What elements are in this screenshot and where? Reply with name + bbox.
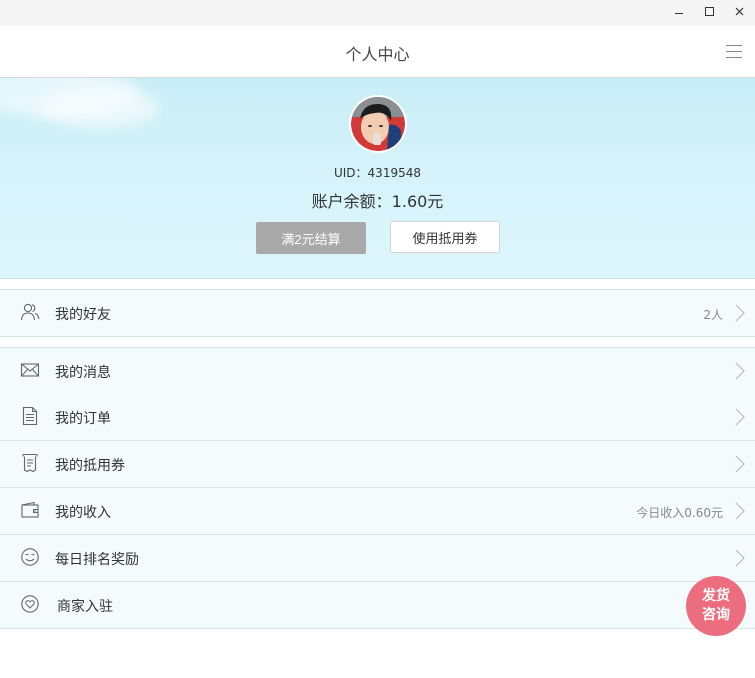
avatar[interactable]	[351, 97, 405, 151]
profile-banner: UID：4319548 账户余额：1.60元 满2元结算 使用抵用券	[0, 78, 755, 279]
today-income-text: 今日收入0.60元	[636, 506, 723, 520]
menu-item-vouchers[interactable]: 我的抵用券	[0, 441, 755, 488]
avatar-image	[351, 97, 405, 151]
badge-line-1: 发货	[702, 588, 730, 604]
account-balance-text: 账户余额：1.60元	[311, 192, 444, 211]
hamburger-menu-icon[interactable]	[726, 45, 742, 59]
document-icon	[22, 406, 38, 426]
badge-line-2: 咨询	[702, 607, 730, 623]
chevron-right-icon	[735, 304, 745, 322]
menu-item-label: 每日排名奖励	[55, 552, 139, 568]
app-header: 个人中心	[0, 26, 755, 78]
page-title: 个人中心	[345, 45, 410, 64]
window-titlebar	[0, 0, 755, 26]
chevron-right-icon	[735, 362, 745, 380]
menu-item-label: 我的消息	[55, 365, 111, 381]
friends-icon	[20, 303, 40, 321]
shipping-consult-badge[interactable]: 发货 咨询	[686, 576, 746, 636]
menu-item-daily-ranking-reward[interactable]: 每日排名奖励	[0, 535, 755, 582]
settle-button[interactable]: 满2元结算	[256, 222, 366, 254]
chevron-right-icon	[735, 455, 745, 473]
heart-icon	[21, 595, 39, 613]
smile-icon	[21, 548, 39, 566]
close-button[interactable]	[724, 0, 754, 22]
menu-item-label: 我的抵用券	[55, 458, 125, 474]
minimize-button[interactable]	[664, 0, 694, 22]
receipt-icon	[22, 453, 38, 473]
menu-item-label: 商家入驻	[57, 599, 113, 615]
menu-item-orders[interactable]: 我的订单	[0, 394, 755, 441]
close-icon	[735, 7, 743, 15]
use-voucher-button[interactable]: 使用抵用券	[390, 221, 500, 253]
chevron-right-icon	[735, 549, 745, 567]
minimize-icon	[675, 12, 683, 14]
user-id-text: UID：4319548	[333, 166, 421, 180]
chevron-right-icon	[735, 502, 745, 520]
maximize-button[interactable]	[694, 0, 724, 22]
menu-item-label: 我的收入	[55, 505, 111, 521]
chevron-right-icon	[735, 408, 745, 426]
menu-item-friends[interactable]: 我的好友 2人	[0, 289, 755, 337]
menu-item-messages[interactable]: 我的消息	[0, 347, 755, 395]
menu-item-income[interactable]: 我的收入 今日收入0.60元	[0, 488, 755, 535]
friends-count: 2人	[703, 308, 723, 322]
envelope-icon	[20, 363, 40, 377]
wallet-icon	[21, 501, 39, 518]
menu-item-merchant-join[interactable]: 商家入驻	[0, 582, 755, 629]
maximize-icon	[704, 6, 714, 16]
menu-item-label: 我的订单	[55, 411, 111, 427]
menu-item-label: 我的好友	[55, 307, 111, 323]
